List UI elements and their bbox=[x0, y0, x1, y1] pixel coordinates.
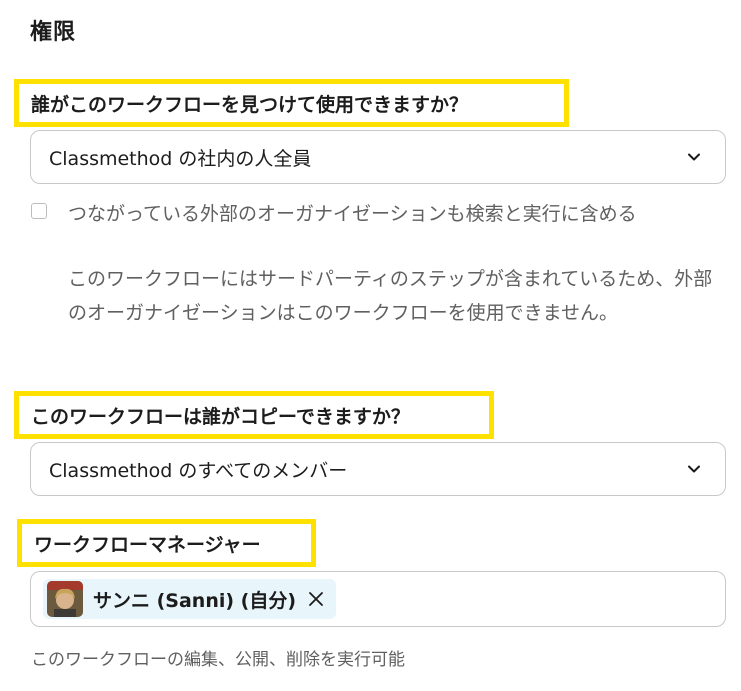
chevron-down-icon bbox=[688, 153, 700, 161]
workflow-manager-label: ワークフローマネージャー bbox=[17, 519, 316, 567]
usage-select[interactable]: Classmethod の社内の人全員 bbox=[30, 130, 726, 184]
manager-note: このワークフローの編集、公開、削除を実行可能 bbox=[31, 650, 405, 670]
manager-chip[interactable]: サンニ (Sanni) (自分) bbox=[43, 579, 337, 619]
copy-select-value: Classmethod のすべてのメンバー bbox=[49, 459, 348, 482]
page-title: 権限 bbox=[30, 20, 77, 45]
chevron-down-icon bbox=[688, 465, 700, 473]
external-org-checkbox-label[interactable]: つながっている外部のオーガナイゼーションも検索と実行に含める bbox=[68, 197, 728, 231]
avatar bbox=[47, 581, 83, 617]
manager-chip-name: サンニ (Sanni) (自分) bbox=[93, 589, 297, 612]
close-icon[interactable] bbox=[306, 589, 326, 609]
manager-input[interactable]: サンニ (Sanni) (自分) bbox=[30, 571, 726, 627]
usage-select-value: Classmethod の社内の人全員 bbox=[49, 147, 312, 170]
usage-question-label: 誰がこのワークフローを見つけて使用できますか？ bbox=[14, 79, 569, 127]
external-org-checkbox[interactable] bbox=[31, 203, 47, 219]
copy-question-label: このワークフローは誰がコピーできますか？ bbox=[14, 391, 494, 439]
external-org-help-text: このワークフローにはサードパーティのステップが含まれているため、外部のオーガナイ… bbox=[68, 268, 713, 324]
copy-select[interactable]: Classmethod のすべてのメンバー bbox=[30, 442, 726, 496]
